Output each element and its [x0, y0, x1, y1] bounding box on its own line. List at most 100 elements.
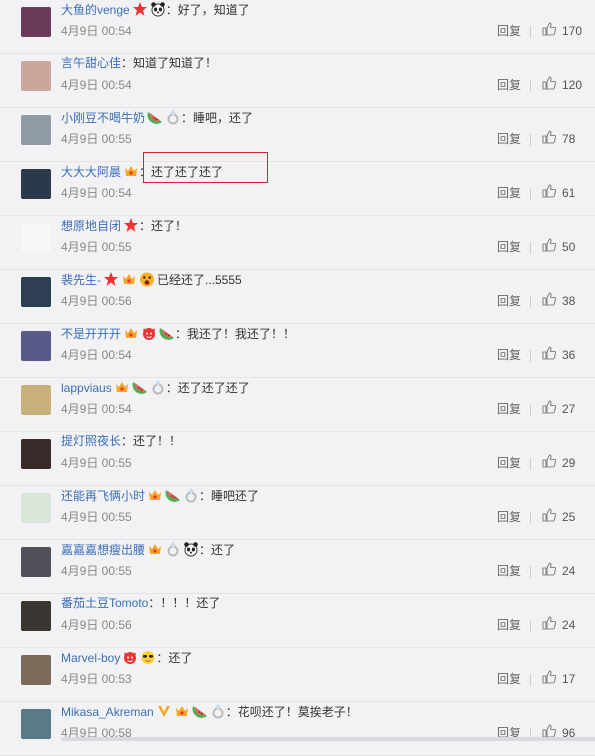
reply-button[interactable]: 回复: [497, 78, 521, 92]
like-count: 38: [562, 294, 576, 308]
comment-text: ：睡吧还了: [199, 489, 260, 503]
like-count: 25: [562, 510, 576, 524]
avatar[interactable]: [21, 493, 51, 523]
like-count: 17: [562, 672, 576, 686]
like-count: 120: [562, 78, 583, 92]
reply-button[interactable]: 回复: [497, 672, 521, 686]
ring-emoji-icon: [165, 109, 181, 129]
like-count: 50: [562, 240, 576, 254]
reply-button[interactable]: 回复: [497, 456, 521, 470]
avatar[interactable]: [21, 115, 51, 145]
username-link[interactable]: lappviaus: [61, 381, 112, 395]
avatar[interactable]: [21, 439, 51, 469]
reply-button[interactable]: 回复: [497, 132, 521, 146]
avatar[interactable]: [21, 277, 51, 307]
avatar[interactable]: [21, 547, 51, 577]
username-link[interactable]: 言午甜心佳: [61, 56, 121, 70]
member-crown-icon: [123, 325, 139, 345]
comment-line: 不是开开开 ：我还了！我还了！！: [61, 325, 295, 341]
like-count: 36: [562, 348, 576, 362]
divider: [530, 296, 531, 308]
username-link[interactable]: 番茄土豆Tomoto: [61, 596, 148, 610]
thumbs-up-icon[interactable]: [541, 291, 557, 307]
comment-time: 4月9日 00:55: [61, 564, 132, 578]
avatar[interactable]: [21, 601, 51, 631]
divider: [530, 80, 531, 92]
member-crown-icon: [147, 487, 163, 507]
member-crown-icon: [121, 271, 137, 291]
comment-time: 4月9日 00:54: [61, 402, 132, 416]
comment-time: 4月9日 00:56: [61, 618, 132, 632]
verified-v-icon: [156, 703, 172, 723]
thumbs-up-icon[interactable]: [541, 453, 557, 469]
like-count: 78: [562, 132, 576, 146]
comment-item: 大大大阿晨 ：还了还了还了 4月9日 00:54 回复 61: [0, 162, 595, 216]
reply-button[interactable]: 回复: [497, 402, 521, 416]
reply-button[interactable]: 回复: [497, 294, 521, 308]
reply-button[interactable]: 回复: [497, 564, 521, 578]
highlight-box: [143, 152, 268, 183]
comment-line: 嘉嘉嘉想瘦出腰 ：还了: [61, 541, 235, 557]
username-link[interactable]: 还能再飞俩小时: [61, 489, 145, 503]
username-link[interactable]: 小刚豆不喝牛奶: [61, 111, 145, 125]
divider: [530, 566, 531, 578]
comment-item: 大鱼的venge ：好了，知道了 4月9日 00:54 回复 170: [0, 0, 595, 54]
thumbs-up-icon[interactable]: [541, 21, 557, 37]
comment-time: 4月9日 00:54: [61, 78, 132, 92]
ring-emoji-icon: [165, 541, 181, 561]
divider: [530, 620, 531, 632]
avatar[interactable]: [21, 223, 51, 253]
thumbs-up-icon[interactable]: [541, 237, 557, 253]
reply-button[interactable]: 回复: [497, 186, 521, 200]
username-link[interactable]: 提灯照夜长: [61, 434, 121, 448]
username-link[interactable]: 嘉嘉嘉想瘦出腰: [61, 543, 145, 557]
comment-time: 4月9日 00:54: [61, 186, 132, 200]
avatar[interactable]: [21, 61, 51, 91]
comment-line: 小刚豆不喝牛奶 ：睡吧，还了: [61, 109, 253, 125]
bottom-scrollbar[interactable]: [61, 737, 595, 741]
thumbs-up-icon[interactable]: [541, 669, 557, 685]
like-count: 61: [562, 186, 576, 200]
comment-line: 提灯照夜长：还了！！: [61, 433, 181, 449]
thumbs-up-icon[interactable]: [541, 75, 557, 91]
username-link[interactable]: 大大大阿晨: [61, 165, 121, 179]
comment-text: ：还了！: [139, 219, 188, 233]
comment-item: lappviaus ：还了还了还了 4月9日 00:54 回复 27: [0, 378, 595, 432]
reply-button[interactable]: 回复: [497, 618, 521, 632]
avatar[interactable]: [21, 331, 51, 361]
username-link[interactable]: 不是开开开: [61, 327, 121, 341]
comment-item: 裴先生- 已经还了...5555 4月9日 00:56 回复 38: [0, 270, 595, 324]
avatar[interactable]: [21, 169, 51, 199]
ring-emoji-icon: [210, 703, 226, 723]
avatar[interactable]: [21, 655, 51, 685]
comment-text: ：还了: [199, 543, 236, 557]
divider: [530, 674, 531, 686]
username-link[interactable]: 大鱼的venge: [61, 3, 130, 17]
username-link[interactable]: 想原地自闭: [61, 219, 121, 233]
comment-text: ：我还了！我还了！！: [175, 327, 296, 341]
comment-item: Marvel-boy ：还了 4月9日 00:53 回复 17: [0, 648, 595, 702]
reply-button[interactable]: 回复: [497, 240, 521, 254]
thumbs-up-icon[interactable]: [541, 129, 557, 145]
username-link[interactable]: 裴先生-: [61, 273, 101, 287]
member-crown-icon: [123, 163, 139, 183]
like-count: 24: [562, 564, 576, 578]
avatar[interactable]: [21, 7, 51, 37]
thumbs-up-icon[interactable]: [541, 183, 557, 199]
thumbs-up-icon[interactable]: [541, 507, 557, 523]
divider: [530, 188, 531, 200]
avatar[interactable]: [21, 385, 51, 415]
comment-time: 4月9日 00:55: [61, 132, 132, 146]
reply-button[interactable]: 回复: [497, 510, 521, 524]
username-link[interactable]: Mikasa_Akreman: [61, 705, 154, 719]
reply-button[interactable]: 回复: [497, 24, 521, 38]
divider: [530, 458, 531, 470]
thumbs-up-icon[interactable]: [541, 399, 557, 415]
username-link[interactable]: Marvel-boy: [61, 651, 120, 665]
thumbs-up-icon[interactable]: [541, 561, 557, 577]
thumbs-up-icon[interactable]: [541, 345, 557, 361]
thumbs-up-icon[interactable]: [541, 615, 557, 631]
panda-emoji-icon: [183, 541, 199, 561]
avatar[interactable]: [21, 709, 51, 739]
reply-button[interactable]: 回复: [497, 348, 521, 362]
